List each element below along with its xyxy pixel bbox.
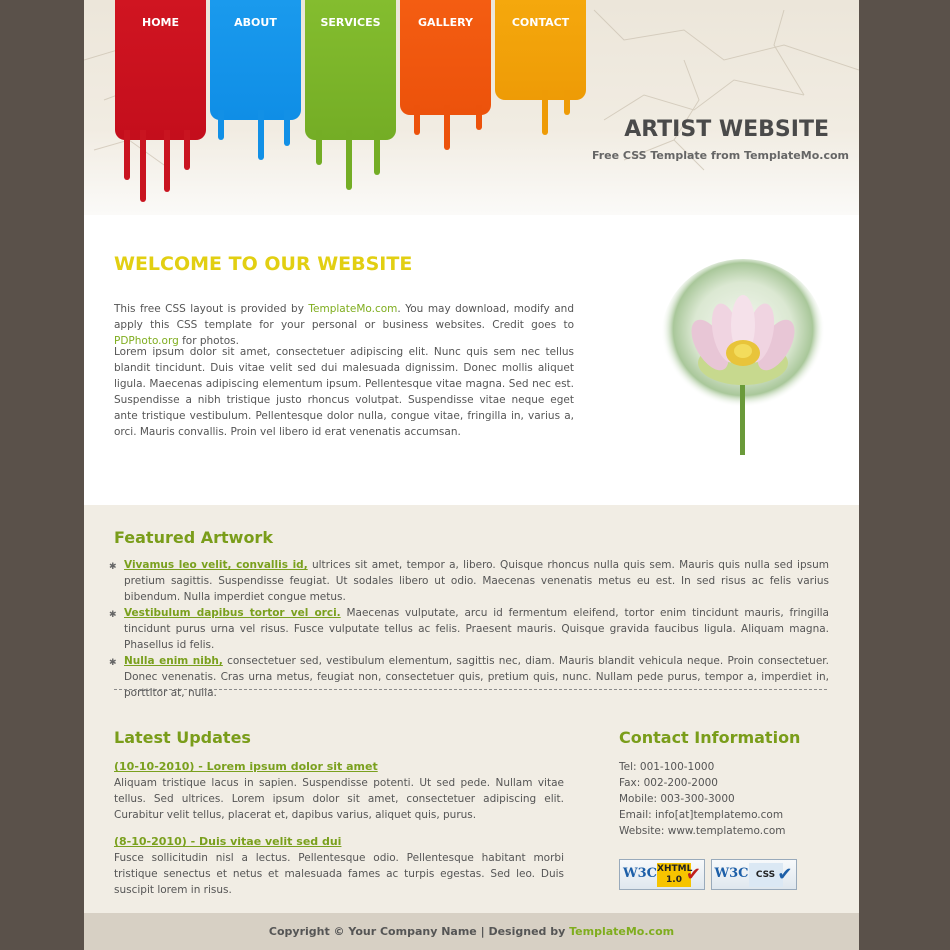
updates-heading: Latest Updates (114, 728, 251, 747)
nav-home-label: HOME (141, 16, 180, 29)
contact-website: Website: www.templatemo.com (619, 825, 786, 837)
validation-badges: W3C XHTML 1.0 ✔ W3C CSS ✔ (619, 859, 799, 890)
site-header: HOME ABOUT SERVICES GALLERY CONTACT ARTI… (84, 0, 859, 215)
css-valid-badge[interactable]: W3C CSS ✔ (710, 859, 797, 890)
check-icon: ✔ (685, 864, 701, 885)
welcome-section: WELCOME TO OUR WEBSITE This free CSS lay… (84, 215, 859, 505)
lotus-flower-image (661, 259, 825, 455)
update-body: Aliquam tristique lacus in sapien. Suspe… (114, 777, 564, 821)
paint-drip (564, 90, 570, 115)
paint-drip (476, 105, 482, 130)
contact-tel: Tel: 001-100-1000 (619, 761, 715, 773)
site-footer: Copyright © Your Company Name | Designed… (84, 913, 859, 950)
bullet-icon: ✱ (109, 610, 117, 620)
nav-contact-tab[interactable]: CONTACT (495, 0, 586, 100)
intro-text: This free CSS layout is provided by (114, 303, 309, 315)
bullet-icon: ✱ (109, 658, 117, 668)
contact-mobile: Mobile: 003-300-3000 (619, 793, 735, 805)
nav-home-tab[interactable]: HOME (115, 0, 206, 140)
nav-contact-label: CONTACT (511, 16, 570, 29)
paint-drip (374, 130, 380, 175)
paint-drip (444, 105, 450, 150)
nav-about-label: ABOUT (234, 16, 277, 29)
contact-heading: Contact Information (619, 728, 801, 747)
latest-updates-section: Latest Updates (10-10-2010) - Lorem ipsu… (114, 728, 564, 909)
w3c-logo: W3C (714, 866, 749, 881)
bullet-icon: ✱ (109, 562, 117, 572)
paint-drip (258, 110, 264, 160)
featured-heading: Featured Artwork (114, 528, 273, 547)
paint-drip (140, 130, 146, 202)
site-title: ARTIST WEBSITE (624, 117, 829, 142)
templatemo-link[interactable]: TemplateMo.com (308, 303, 397, 315)
featured-list: ✱ Vivamus leo velit, convallis id, ultric… (109, 557, 829, 701)
nav-about-tab[interactable]: ABOUT (210, 0, 301, 120)
featured-item-text: consectetuer sed, vestibulum elementum, … (124, 655, 829, 699)
nav-gallery-label: GALLERY (418, 16, 473, 29)
list-item: ✱ Vivamus leo velit, convallis id, ultric… (109, 557, 829, 605)
contact-email: Email: info[at]templatemo.com (619, 809, 784, 821)
paint-drip (124, 130, 130, 180)
welcome-intro: This free CSS layout is provided by Temp… (114, 301, 574, 349)
designer-link[interactable]: TemplateMo.com (569, 925, 674, 938)
welcome-body: Lorem ipsum dolor sit amet, consectetuer… (114, 346, 574, 438)
check-icon: ✔ (777, 864, 793, 885)
w3c-logo: W3C (623, 866, 657, 881)
paint-drip (284, 110, 290, 146)
update-body: Fusce sollicitudin nisl a lectus. Pellen… (114, 852, 564, 896)
footer-separator: | (476, 925, 489, 938)
update-title-link[interactable]: (10-10-2010) - Lorem ipsum dolor sit ame… (114, 759, 564, 775)
nav-services-tab[interactable]: SERVICES (305, 0, 396, 140)
list-item: ✱ Nulla enim nibh, consectetuer sed, vest… (109, 653, 829, 701)
paint-drip (184, 130, 190, 170)
nav-services-label: SERVICES (320, 16, 381, 29)
paint-drip (414, 105, 420, 135)
paint-drip (218, 110, 224, 140)
contact-fax: Fax: 002-200-2000 (619, 777, 718, 789)
contact-information-section: Contact Information Tel: 001-100-1000 Fa… (619, 728, 839, 839)
welcome-heading: WELCOME TO OUR WEBSITE (114, 253, 413, 275)
paint-drip (164, 130, 170, 192)
featured-artwork-section: Featured Artwork ✱ Vivamus leo velit, con… (84, 505, 859, 705)
section-divider (114, 689, 827, 690)
featured-item-link[interactable]: Vestibulum dapibus tortor vel orci. (124, 607, 341, 619)
update-title-link[interactable]: (8-10-2010) - Duis vitae velit sed dui (114, 834, 564, 850)
featured-item-link[interactable]: Vivamus leo velit, convallis id, (124, 559, 308, 571)
nav-gallery-tab[interactable]: GALLERY (400, 0, 491, 115)
paint-drip (316, 130, 322, 165)
list-item: ✱ Vestibulum dapibus tortor vel orci. Mae… (109, 605, 829, 653)
page-wrapper: HOME ABOUT SERVICES GALLERY CONTACT ARTI… (84, 0, 859, 950)
copyright-text: Copyright © Your Company Name (268, 925, 477, 938)
paint-drip (346, 130, 352, 190)
paint-drip (542, 90, 548, 135)
featured-item-link[interactable]: Nulla enim nibh, (124, 655, 223, 667)
designed-by-text: Designed by (488, 925, 570, 938)
xhtml-valid-badge[interactable]: W3C XHTML 1.0 ✔ (619, 859, 705, 890)
site-subtitle: Free CSS Template from TemplateMo.com (591, 149, 849, 162)
